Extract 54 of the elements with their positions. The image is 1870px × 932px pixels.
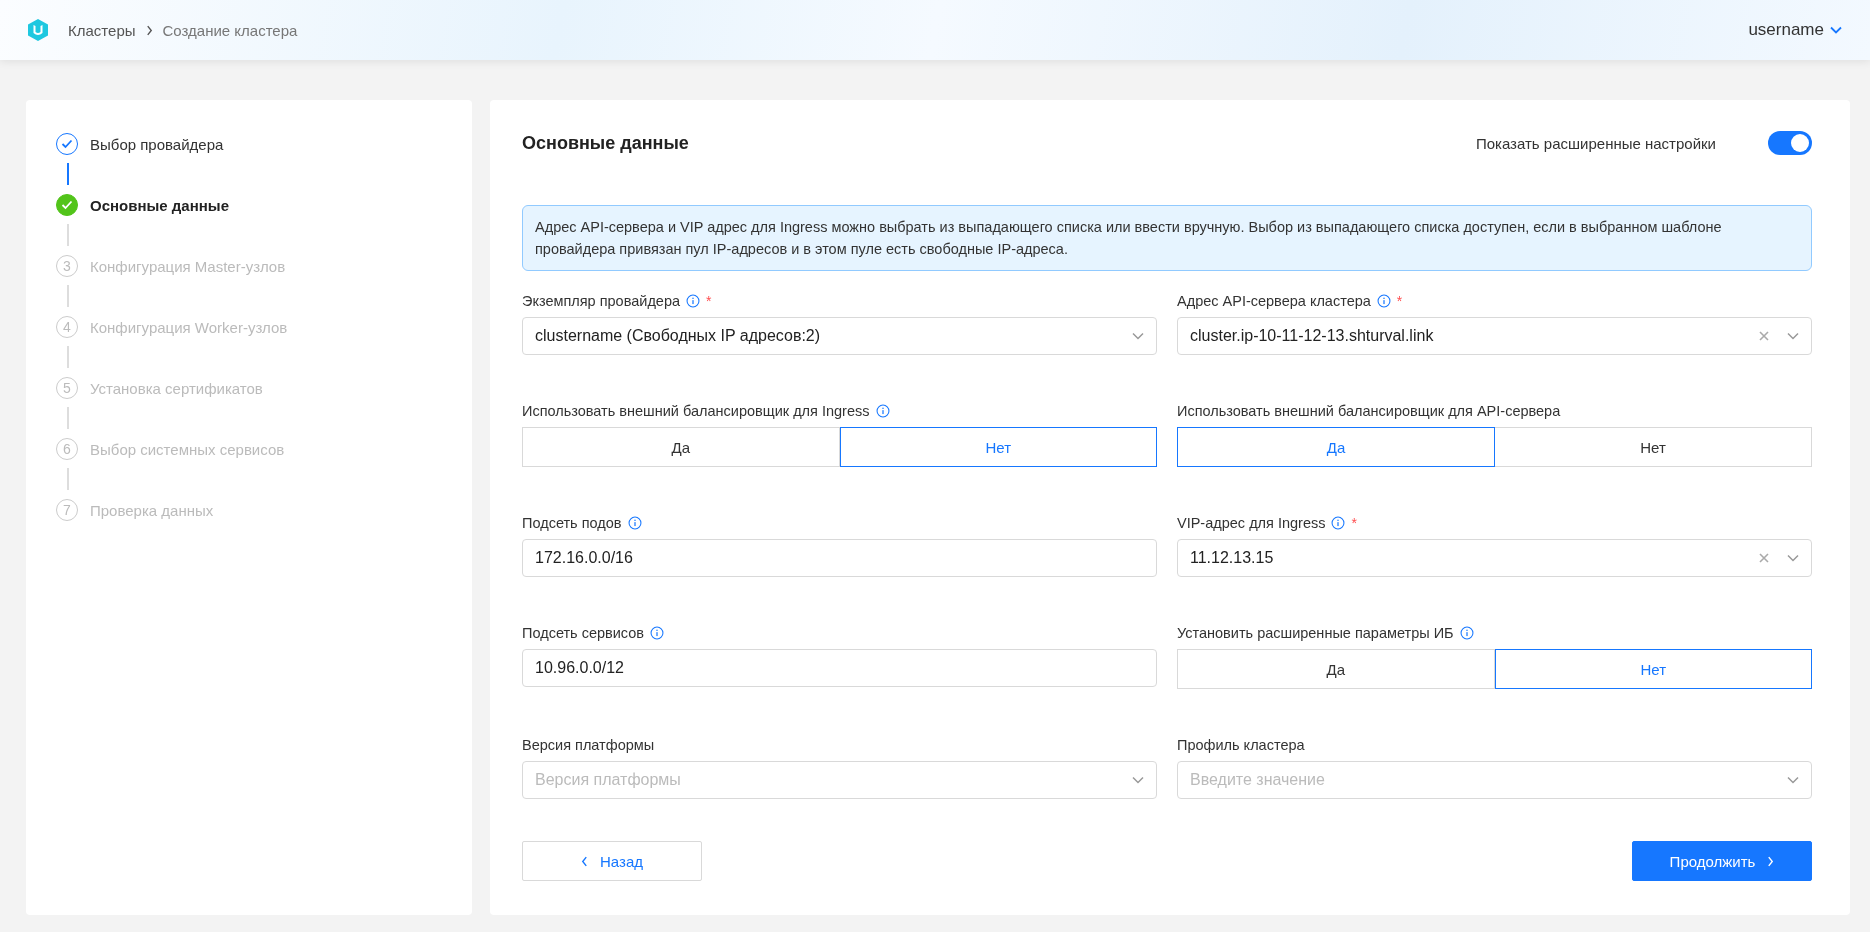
field-label: Подсеть сервисов xyxy=(522,625,645,641)
select-field[interactable]: 11.12.13.15 xyxy=(1177,539,1812,577)
chevron-right-icon xyxy=(145,24,153,36)
field-label: Адрес API-сервера кластера xyxy=(1177,293,1371,309)
field-label: Использовать внешний балансировщик для Ingress xyxy=(522,403,870,419)
required-mark: * xyxy=(1396,293,1403,309)
info-icon[interactable] xyxy=(686,294,701,308)
segment-option[interactable]: Да xyxy=(522,427,840,467)
segment-option[interactable]: Да xyxy=(1177,649,1495,689)
clear-icon[interactable] xyxy=(1759,553,1769,563)
chevron-down-icon xyxy=(1132,776,1144,784)
select-field[interactable]: cluster.ip-10-11-12-13.shturval.link xyxy=(1177,317,1812,355)
info-icon[interactable] xyxy=(875,404,890,418)
continue-button[interactable]: Продолжить xyxy=(1632,841,1812,881)
user-menu[interactable]: username xyxy=(1748,20,1842,40)
back-button[interactable]: Назад xyxy=(522,841,702,881)
segment-option[interactable]: Нет xyxy=(1495,427,1812,467)
chevron-down-icon xyxy=(1132,332,1144,340)
clear-icon[interactable] xyxy=(1759,331,1769,341)
info-message: Адрес API-сервера и VIP адрес для Ingress можно выбрать из выпадающего списка или ввести вручную. Выбор из выпадающего списка доступен, если в выбранном шаблоне провайдера привязан пул IP-адресов и в этом пуле есть свободные IP-адреса. xyxy=(522,205,1812,271)
info-icon[interactable] xyxy=(1331,516,1346,530)
toggle-switch[interactable] xyxy=(1768,131,1812,155)
segment-option[interactable]: Нет xyxy=(839,427,1157,467)
input-field[interactable]: 172.16.0.0/16 xyxy=(522,539,1157,577)
required-mark: * xyxy=(706,293,712,309)
field-label: Установить расширенные параметры ИБ xyxy=(1177,625,1454,641)
field-label: Профиль кластера xyxy=(1177,737,1305,753)
required-mark: * xyxy=(1351,515,1357,531)
breadcrumb-link[interactable]: Кластеры xyxy=(68,21,136,39)
toggle-label: Показать расширенные настройки xyxy=(1475,134,1716,152)
breadcrumb-link[interactable]: Создание кластера xyxy=(162,21,298,39)
step-label[interactable]: Основные данные xyxy=(90,196,229,214)
field-label: Экземпляр провайдера xyxy=(522,293,681,309)
chevron-down-icon xyxy=(1787,554,1799,562)
info-icon[interactable] xyxy=(650,626,665,640)
chevron-down-icon xyxy=(1787,332,1799,340)
step-label[interactable]: Выбор провайдера xyxy=(90,135,224,153)
field-label: Использовать внешний балансировщик для API-сервера xyxy=(1177,403,1561,419)
segment-option[interactable]: Нет xyxy=(1494,649,1812,689)
segment-option[interactable]: Да xyxy=(1177,427,1495,467)
caret-icon xyxy=(1830,26,1842,34)
chevron-left-icon xyxy=(581,855,588,867)
chevron-right-icon xyxy=(1767,855,1775,867)
field-label: Подсеть подов xyxy=(522,515,622,531)
field-label: Версия платформы xyxy=(522,737,655,753)
select-field[interactable]: clustername (Свободных IP адресов:2) xyxy=(522,317,1157,355)
input-field[interactable]: 10.96.0.0/12 xyxy=(522,649,1157,687)
info-icon[interactable] xyxy=(1376,294,1391,308)
chevron-down-icon xyxy=(1787,776,1799,784)
section-title: Основные данные xyxy=(522,132,689,154)
info-icon[interactable] xyxy=(627,516,642,530)
info-icon[interactable] xyxy=(1459,626,1474,640)
logo-icon[interactable] xyxy=(26,18,50,42)
field-label: VIP-адрес для Ingress xyxy=(1177,515,1326,531)
